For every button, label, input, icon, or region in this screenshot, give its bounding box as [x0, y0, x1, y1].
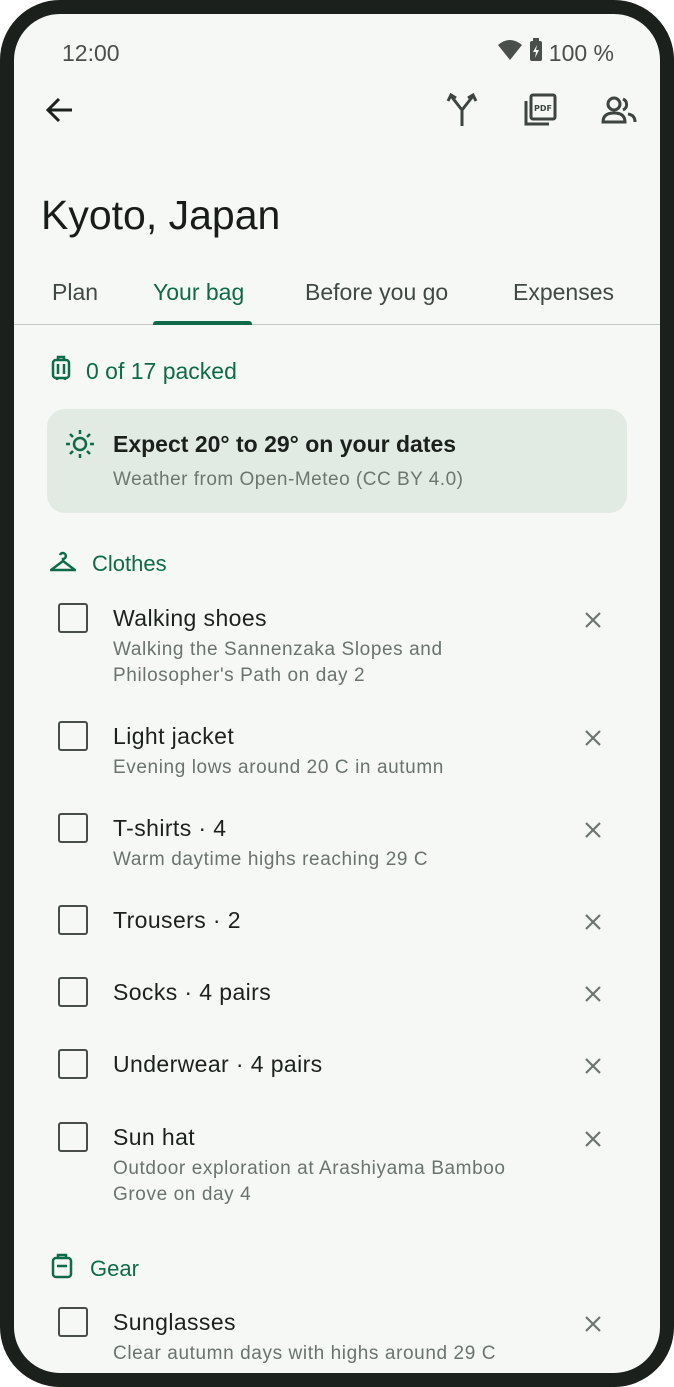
- close-icon[interactable]: [582, 819, 604, 841]
- luggage-icon: [50, 355, 72, 387]
- close-icon[interactable]: [582, 727, 604, 749]
- packed-checkbox[interactable]: [58, 905, 88, 935]
- close-icon[interactable]: [582, 609, 604, 631]
- item-name: Sun hat: [113, 1124, 196, 1150]
- item-note: Clear autumn days with highs around 29 C: [113, 1343, 497, 1364]
- fork-trip-button[interactable]: [434, 84, 490, 140]
- item-note: Evening lows around 20 C in autumn: [113, 757, 444, 778]
- section-clothes-header: Clothes: [47, 550, 167, 578]
- item-name: Socks · 4 pairs: [113, 979, 272, 1005]
- packed-checkbox[interactable]: [58, 813, 88, 843]
- item-note: Warm daytime highs reaching 29 C: [113, 849, 429, 870]
- packed-checkbox[interactable]: [58, 1122, 88, 1152]
- tab-bar: Plan Your bag Before you go Expenses: [14, 264, 660, 325]
- item-name: Walking shoes: [113, 605, 267, 631]
- item-name: Underwear · 4 pairs: [113, 1051, 323, 1077]
- battery-level: 100 %: [548, 39, 614, 66]
- item-name: Sunglasses: [113, 1309, 236, 1335]
- hanger-icon: [47, 550, 79, 578]
- section-gear-header: Gear: [50, 1253, 139, 1285]
- bag-content: 0 of 17 packed Expect 20° to 29° on your…: [14, 325, 660, 1373]
- back-button[interactable]: [32, 84, 88, 140]
- close-icon[interactable]: [582, 1128, 604, 1150]
- tab-expenses[interactable]: Expenses: [513, 279, 614, 306]
- export-pdf-button[interactable]: PDF: [512, 84, 568, 140]
- packed-checkbox[interactable]: [58, 603, 88, 633]
- tab-before-you-go[interactable]: Before you go: [305, 279, 448, 306]
- fork-icon: [446, 92, 478, 133]
- item-name: Trousers · 2: [113, 907, 241, 933]
- close-icon[interactable]: [582, 983, 604, 1005]
- packed-summary: 0 of 17 packed: [50, 355, 237, 387]
- status-right: 100 %: [497, 38, 614, 68]
- svg-text:PDF: PDF: [534, 104, 552, 113]
- wifi-icon: [497, 39, 523, 67]
- packed-checkbox[interactable]: [58, 1307, 88, 1337]
- people-icon: [601, 96, 637, 129]
- status-time: 12:00: [62, 40, 120, 66]
- sun-icon: [65, 429, 95, 464]
- weather-card: Expect 20° to 29° on your dates Weather …: [47, 409, 627, 513]
- item-name: T-shirts · 4: [113, 815, 227, 841]
- battery-charging-icon: [529, 38, 543, 68]
- close-icon[interactable]: [582, 1313, 604, 1335]
- pdf-icon: PDF: [523, 93, 557, 132]
- phone-frame: 12:00 100 % PDF Kyoto, Japan Plan Your b…: [0, 0, 674, 1387]
- top-app-bar: PDF: [14, 84, 660, 144]
- close-icon[interactable]: [582, 911, 604, 933]
- item-name: Light jacket: [113, 723, 235, 749]
- packed-checkbox[interactable]: [58, 977, 88, 1007]
- packed-count: 0 of 17 packed: [86, 357, 237, 384]
- item-note: Outdoor exploration at Arashiyama Bamboo…: [113, 1158, 506, 1205]
- weather-title: Expect 20° to 29° on your dates: [113, 431, 457, 457]
- close-icon[interactable]: [582, 1055, 604, 1077]
- page-title: Kyoto, Japan: [41, 192, 281, 238]
- section-title: Clothes: [92, 551, 167, 576]
- tab-your-bag[interactable]: Your bag: [153, 279, 244, 306]
- packed-checkbox[interactable]: [58, 1049, 88, 1079]
- arrow-back-icon: [45, 95, 75, 130]
- packed-checkbox[interactable]: [58, 721, 88, 751]
- share-people-button[interactable]: [591, 84, 647, 140]
- item-note: Walking the Sannenzaka Slopes and Philos…: [113, 639, 443, 686]
- tab-plan[interactable]: Plan: [52, 279, 98, 306]
- weather-source: Weather from Open-Meteo (CC BY 4.0): [113, 469, 464, 490]
- section-title: Gear: [90, 1256, 139, 1281]
- gear-bag-icon: [50, 1253, 74, 1285]
- status-bar: 12:00 100 %: [62, 38, 614, 70]
